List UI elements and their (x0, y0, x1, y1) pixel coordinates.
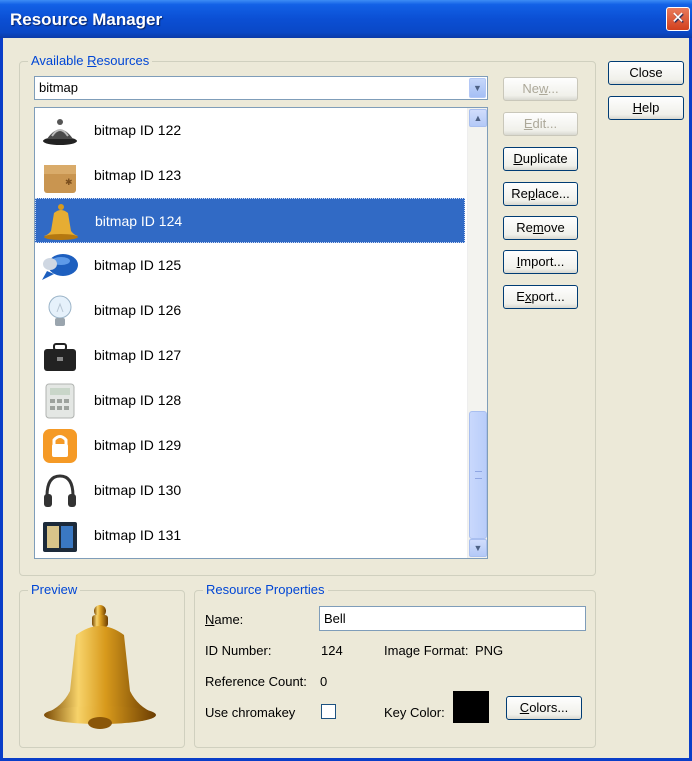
edit-button[interactable]: Edit... (503, 112, 578, 136)
headphones-icon (41, 472, 79, 510)
use-chromakey-checkbox[interactable] (321, 704, 336, 719)
resource-manager-window: Resource Manager ✕ Available Resources b… (0, 0, 692, 761)
service-bell-icon (41, 112, 79, 150)
padlock-icon (41, 427, 79, 465)
help-button[interactable]: Help (608, 96, 684, 120)
speech-bubble-icon (41, 247, 79, 285)
new-button[interactable]: New... (503, 77, 578, 101)
export-button[interactable]: Export... (503, 285, 578, 309)
scroll-up-icon[interactable]: ▲ (469, 109, 487, 127)
list-item-label: bitmap ID 125 (94, 257, 182, 273)
resource-list[interactable]: bitmap ID 122 ✱ bitmap ID 123 bitmap ID 124… (34, 107, 488, 559)
list-item[interactable]: ✱ bitmap ID 123 (35, 153, 465, 198)
id-number-value: 124 (321, 643, 343, 658)
remove-button[interactable]: Remove (503, 216, 578, 240)
reference-count-value: 0 (320, 674, 328, 689)
resource-type-value: bitmap (39, 80, 79, 95)
list-item-label: bitmap ID 130 (94, 482, 182, 498)
list-item-label: bitmap ID 123 (94, 167, 182, 183)
list-item-label: bitmap ID 124 (95, 213, 183, 229)
colors-button[interactable]: Colors... (506, 696, 582, 720)
lightbulb-icon (41, 292, 79, 330)
close-icon: ✕ (671, 10, 685, 27)
chevron-down-icon[interactable]: ▼ (469, 78, 486, 98)
briefcase-icon (41, 337, 79, 375)
replace-button[interactable]: Replace... (503, 182, 578, 206)
close-button[interactable]: Close (608, 61, 684, 85)
name-field[interactable]: Bell (319, 606, 586, 631)
bell-icon (42, 203, 80, 241)
list-item[interactable]: bitmap ID 122 (35, 108, 465, 153)
svg-text:✱: ✱ (65, 177, 73, 187)
image-format-label: Image Format: (384, 643, 469, 658)
list-item-label: bitmap ID 126 (94, 302, 182, 318)
list-item[interactable]: bitmap ID 126 (35, 288, 465, 333)
list-item-label: bitmap ID 128 (94, 392, 182, 408)
list-item-label: bitmap ID 127 (94, 347, 182, 363)
scroll-thumb[interactable] (469, 411, 487, 539)
list-item[interactable]: bitmap ID 131 (35, 513, 465, 558)
available-resources-label: Available Resources (28, 53, 153, 68)
use-chromakey-label: Use chromakey (205, 705, 296, 720)
list-item[interactable]: bitmap ID 125 (35, 243, 465, 288)
cardboard-box-icon: ✱ (41, 157, 79, 195)
preview-label: Preview (28, 582, 81, 597)
list-item-label: bitmap ID 131 (94, 527, 182, 543)
bell-icon (44, 605, 156, 729)
window-close-button[interactable]: ✕ (666, 7, 690, 31)
resource-type-combo[interactable]: bitmap ▼ (34, 76, 488, 100)
title-bar[interactable]: Resource Manager ✕ (0, 0, 692, 38)
list-scrollbar[interactable]: ▲ ▼ (467, 108, 487, 558)
key-color-label: Key Color: (384, 705, 445, 720)
reference-count-label: Reference Count: (205, 674, 307, 689)
scroll-down-icon[interactable]: ▼ (469, 539, 487, 557)
preview-group: Preview (19, 582, 185, 748)
list-item[interactable]: bitmap ID 130 (35, 468, 465, 513)
list-item[interactable]: bitmap ID 129 (35, 423, 465, 468)
import-button[interactable]: Import... (503, 250, 578, 274)
resource-properties-label: Resource Properties (203, 582, 328, 597)
name-label: Name: (205, 612, 244, 627)
key-color-swatch[interactable] (453, 691, 489, 723)
list-item-label: bitmap ID 129 (94, 437, 182, 453)
window-title: Resource Manager (10, 10, 163, 29)
id-number-label: ID Number: (205, 643, 272, 658)
list-item[interactable]: bitmap ID 128 (35, 378, 465, 423)
list-item[interactable]: bitmap ID 124 (35, 198, 465, 243)
list-item-label: bitmap ID 122 (94, 122, 182, 138)
duplicate-button[interactable]: Duplicate (503, 147, 578, 171)
calculator-icon (41, 382, 79, 420)
book-icon (41, 517, 79, 555)
list-item[interactable]: bitmap ID 127 (35, 333, 465, 378)
image-format-value: PNG (475, 643, 504, 658)
